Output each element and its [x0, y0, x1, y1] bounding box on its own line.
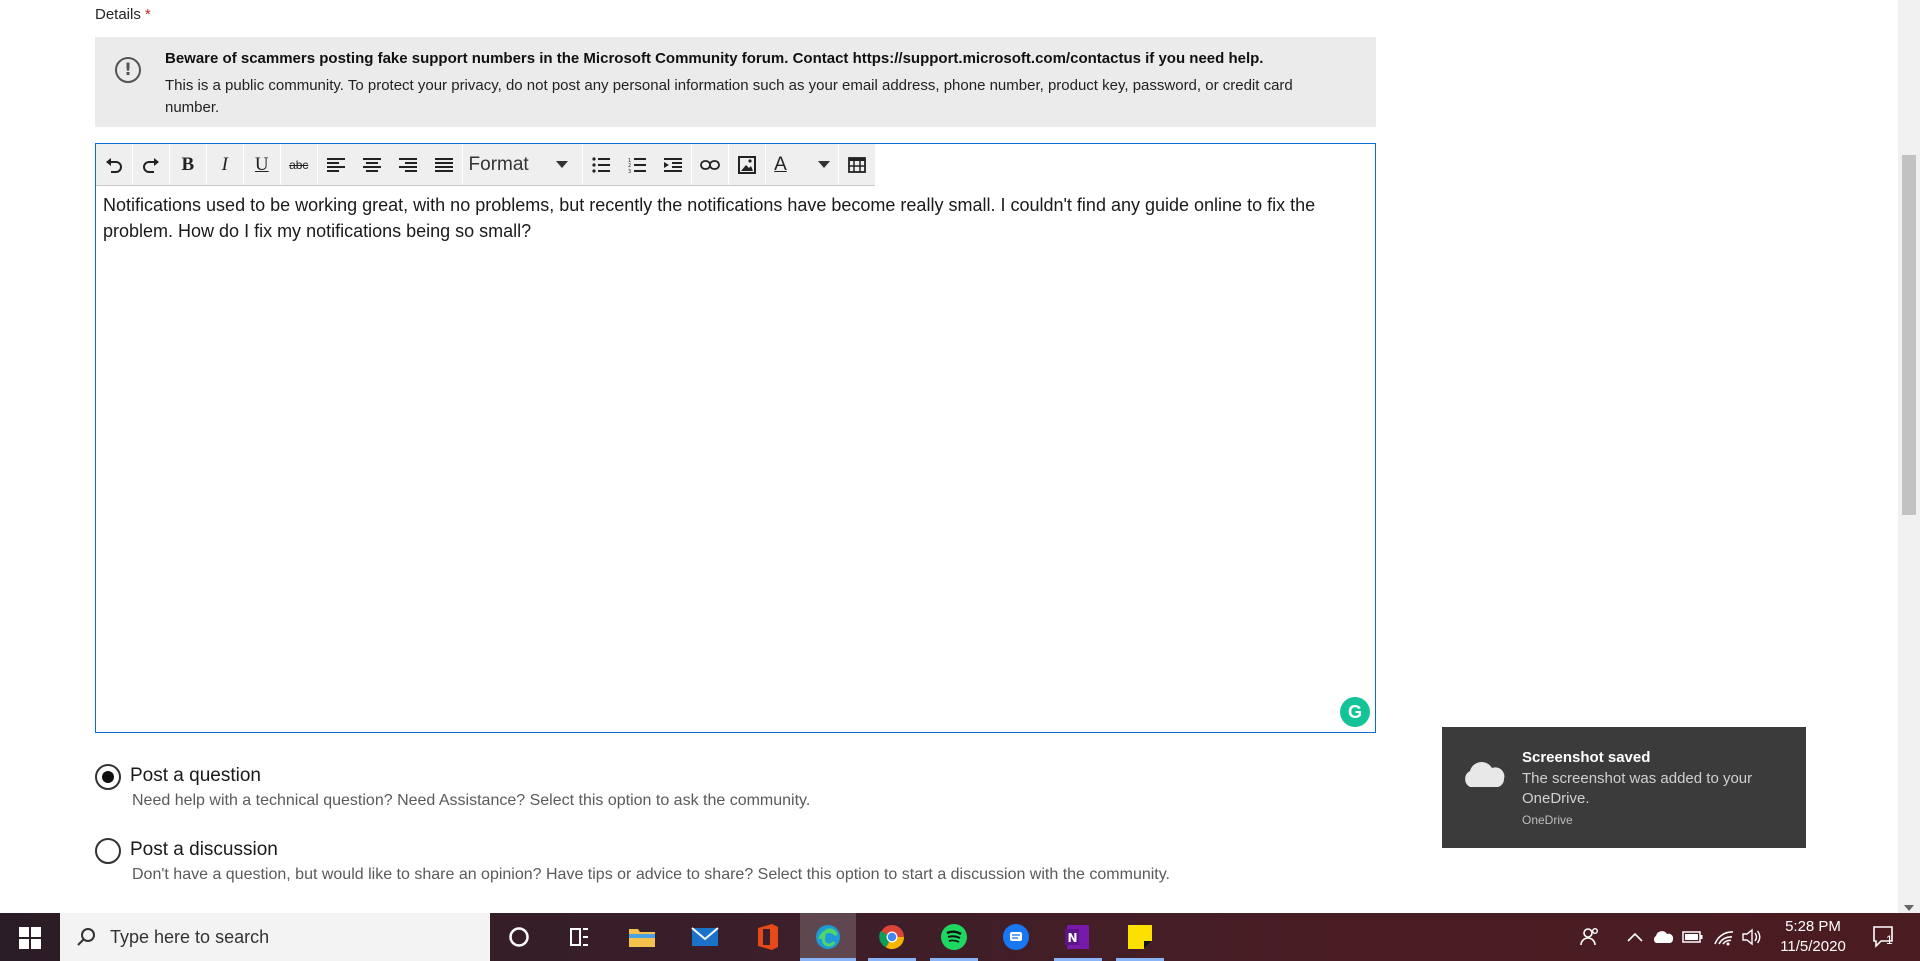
align-center-icon[interactable] — [354, 144, 390, 185]
details-label-text: Details — [95, 6, 141, 23]
discussion-description: Don't have a question, but would like to… — [132, 866, 1170, 883]
clock-time: 5:28 PM — [1785, 918, 1841, 935]
font-color-icon[interactable]: A — [766, 144, 838, 185]
details-label: Details * — [95, 6, 151, 23]
edge-icon[interactable] — [812, 921, 844, 953]
onedrive-cloud-icon — [1465, 762, 1505, 787]
clock-date: 11/5/2020 — [1780, 938, 1846, 955]
people-icon[interactable] — [1574, 921, 1606, 953]
office-icon[interactable] — [752, 921, 784, 953]
info-icon: ! — [115, 57, 141, 83]
spotify-icon[interactable] — [938, 921, 970, 953]
editor-toolbar: B I U abc Format 1 2 3 A — [96, 144, 875, 186]
messaging-icon[interactable] — [1000, 921, 1032, 953]
grammarly-icon[interactable]: G — [1340, 697, 1370, 727]
svg-text:N: N — [1068, 931, 1078, 945]
link-icon[interactable] — [692, 144, 728, 185]
battery-icon[interactable] — [1677, 921, 1709, 953]
question-description: Need help with a technical question? Nee… — [132, 792, 811, 809]
table-icon[interactable] — [839, 144, 875, 185]
image-icon[interactable] — [729, 144, 765, 185]
page: Details * ! Beware of scammers posting fa… — [0, 0, 1898, 913]
required-mark: * — [144, 6, 151, 23]
task-view-icon[interactable] — [563, 921, 595, 953]
rich-text-editor[interactable]: B I U abc Format 1 2 3 A Notifications u… — [95, 143, 1376, 733]
question-label[interactable]: Post a question — [130, 765, 261, 787]
onedrive-tray-icon[interactable] — [1647, 921, 1679, 953]
search-placeholder: Type here to search — [110, 926, 270, 947]
taskbar-search[interactable]: Type here to search — [60, 913, 490, 961]
redo-icon[interactable] — [133, 144, 169, 185]
format-dropdown[interactable]: Format — [463, 144, 583, 185]
scroll-down-arrow-icon[interactable] — [1904, 905, 1914, 911]
align-right-icon[interactable] — [390, 144, 426, 185]
indent-icon[interactable] — [655, 144, 691, 185]
editor-content[interactable]: Notifications used to be working great, … — [103, 192, 1363, 244]
undo-icon[interactable] — [96, 144, 132, 185]
mail-icon[interactable] — [689, 921, 721, 953]
privacy-text: This is a public community. To protect y… — [165, 77, 1293, 116]
toast-body: The screenshot was added to your OneDriv… — [1522, 770, 1753, 807]
windows-start-icon[interactable] — [19, 927, 41, 949]
action-center-icon[interactable]: 1 — [1872, 925, 1898, 949]
discussion-label[interactable]: Post a discussion — [130, 839, 278, 861]
onedrive-toast[interactable]: Screenshot saved The screenshot was adde… — [1442, 727, 1806, 848]
taskbar: Type here to search N 5:28 PM 11/5/2020 … — [0, 913, 1920, 961]
italic-icon[interactable]: I — [207, 144, 243, 185]
svg-text:3: 3 — [628, 169, 631, 173]
chevron-down-icon — [818, 161, 831, 168]
page-scrollbar[interactable] — [1898, 0, 1920, 913]
cortana-icon[interactable] — [503, 921, 535, 953]
chevron-down-icon — [556, 161, 569, 168]
onenote-icon[interactable]: N — [1062, 921, 1094, 953]
chrome-icon[interactable] — [876, 921, 908, 953]
toast-source: OneDrive — [1522, 813, 1573, 827]
discussion-radio[interactable] — [95, 838, 121, 864]
numbered-list-icon[interactable]: 123 — [619, 144, 655, 185]
bulleted-list-icon[interactable] — [583, 144, 619, 185]
sticky-notes-icon[interactable] — [1124, 921, 1156, 953]
privacy-notice: ! Beware of scammers posting fake suppor… — [95, 37, 1376, 127]
toast-title: Screenshot saved — [1522, 749, 1651, 766]
question-radio[interactable] — [95, 764, 121, 790]
bold-icon[interactable]: B — [170, 144, 206, 185]
clock[interactable]: 5:28 PM 11/5/2020 — [1768, 917, 1858, 957]
file-explorer-icon[interactable] — [626, 921, 658, 953]
justify-icon[interactable] — [426, 144, 462, 185]
underline-icon[interactable]: U — [244, 144, 280, 185]
notification-count-badge: 1 — [1886, 933, 1893, 947]
search-icon — [77, 928, 95, 946]
scam-warning-text: Beware of scammers posting fake support … — [165, 50, 1264, 67]
format-label: Format — [468, 153, 529, 175]
strikethrough-icon[interactable]: abc — [281, 144, 317, 185]
align-left-icon[interactable] — [318, 144, 354, 185]
scrollbar-thumb[interactable] — [1902, 155, 1916, 515]
volume-icon[interactable] — [1736, 921, 1768, 953]
